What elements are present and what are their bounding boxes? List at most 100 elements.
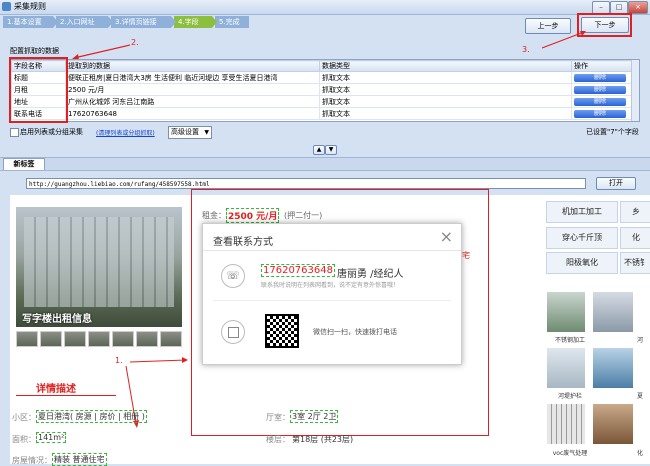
title-bar: 采集规则 – □ × [0,0,650,15]
thumbnail[interactable] [16,331,38,347]
product-caption[interactable]: voc废气处理 [543,448,597,457]
step-label: 2.入口网址 [60,18,95,26]
grid-scrollbar[interactable] [631,60,639,121]
delete-button[interactable]: 删除 [574,74,626,82]
step-fields[interactable]: 4.字段 [174,16,217,28]
field-data[interactable]: 便联正租房|夏日港湾大3房 生活便利 临近河堤边 享受生活夏日港湾 [65,71,320,84]
community-label: 小区： [12,413,36,422]
window-title: 采集规则 [14,2,46,11]
annotation-2: 2. [131,38,139,47]
delete-button[interactable]: 删除 [574,110,626,118]
product-caption[interactable]: 不锈钢加工 [547,335,593,344]
decor-value: 精装 普通住宅 [52,453,107,466]
url-input[interactable]: http://guangzhou.liebiao.com/rufang/4585… [26,178,586,189]
tag-button[interactable]: 穿心千斤顶 [546,227,618,249]
agent-name: 唐丽勇 /经纪人 [337,269,404,280]
step-label: 5.完成 [219,18,240,26]
photo-caption: 写字楼出租信息 [22,314,92,325]
product-image[interactable] [547,292,585,332]
browser-tab-strip [0,157,650,171]
advanced-settings-dropdown[interactable]: 高级设置 ▼ [168,126,212,139]
tag-button[interactable]: 乡 [620,201,650,223]
community-value[interactable]: 夏日港湾( 房源 | 房价 | 相册 ) [36,410,147,423]
contact-popup: 查看联系方式 × ☏ 17620763648 唐丽勇 /经纪人 联系我时说明在列… [202,223,462,365]
product-image[interactable] [547,348,585,388]
thumbnail[interactable] [160,331,182,347]
table-row[interactable]: 地址 广州从化城郊 河东吕江南路 抓取文本 删除 [11,95,632,108]
expand-up-icon[interactable]: ▲ [313,145,325,155]
tag-button[interactable]: 化 [620,227,650,249]
field-data[interactable]: 2500 元/月 [65,83,320,96]
popup-hint: 联系我时说明在列表网看到，说不定有意外惊喜哦！ [261,282,400,289]
app-icon [2,2,11,11]
tag-button[interactable]: 阳极氧化 [546,252,618,274]
field-data[interactable]: 17620763648 [65,107,320,120]
field-type[interactable]: 抓取文本 [319,107,572,120]
col-extracted-data[interactable]: 提取到的数据 [65,60,320,72]
step-entry-url[interactable]: 2.入口网址 [56,16,113,28]
thumbnail[interactable] [88,331,110,347]
clear-split-link[interactable]: (清理列表或分组抓取) [96,128,155,137]
col-operation[interactable]: 操作 [571,60,632,72]
table-row[interactable]: 联系电话 17620763648 抓取文本 删除 [11,107,632,120]
detail-heading-underline [16,395,116,396]
thumbnail[interactable] [40,331,62,347]
close-icon[interactable]: × [440,227,453,246]
product-image[interactable] [593,348,633,388]
delete-button[interactable]: 删除 [574,86,626,94]
qr-code [265,314,299,348]
chevron-down-icon: ▼ [204,129,209,136]
product-caption[interactable]: 夏 [630,391,650,400]
phone-icon: ☏ [221,264,245,288]
step-label: 4.字段 [178,18,199,26]
field-type[interactable]: 抓取文本 [319,83,572,96]
floor-value: 第18层 (共23层) [292,435,354,444]
annotation-3: 3. [522,45,530,54]
popup-title: 查看联系方式 [213,237,273,248]
decor-label: 房屋情况： [12,456,52,465]
split-collect-label: 启用列表或分组采集 [20,128,83,136]
detail-heading: 详情描述 [36,384,76,395]
listing-photo[interactable]: 写字楼出租信息 [16,207,182,327]
step-bar: 1.基本设置 2.入口网址 3.详情页链接 4.字段 5.完成 [3,16,249,28]
split-collect-checkbox[interactable] [10,128,19,137]
field-name-highlight-box [9,57,68,123]
thumbnail[interactable] [64,331,86,347]
field-type[interactable]: 抓取文本 [319,95,572,108]
tag-button[interactable]: 不锈钅 [620,252,650,274]
tab-new[interactable]: 新标签 [3,158,45,170]
field-data[interactable]: 广州从化城郊 河东吕江南路 [65,95,320,108]
annotation-arrow-3 [541,31,586,49]
step-detail-link[interactable]: 3.详情页链接 [111,16,176,28]
layout-label: 厅室： [266,413,290,422]
step-basic[interactable]: 1.基本设置 [3,16,58,28]
open-button[interactable]: 打开 [596,177,636,190]
step-label: 1.基本设置 [7,18,42,26]
step-label: 3.详情页链接 [115,18,157,26]
qr-scan-icon [221,320,245,344]
step-finish[interactable]: 5.完成 [215,16,249,28]
floor-label: 楼层： [266,435,290,444]
field-count-status: 已设置"7"个字段 [586,128,639,136]
wechat-hint: 微信扫一扫，快速拨打电话 [313,328,397,336]
layout-value: 3室 2厅 2卫 [290,410,339,423]
product-caption[interactable]: 河堤护栏 [547,391,593,400]
product-image[interactable] [593,404,633,444]
product-image[interactable] [547,404,585,444]
field-type[interactable]: 抓取文本 [319,71,572,84]
expand-down-icon[interactable]: ▼ [325,145,337,155]
tag-button[interactable]: 机加工加工 [546,201,618,223]
thumbnail[interactable] [136,331,158,347]
popup-phone[interactable]: 17620763648 [261,264,335,277]
product-caption[interactable]: 化 [630,448,650,457]
col-data-type[interactable]: 数据类型 [319,60,572,72]
table-row[interactable]: 月租 2500 元/月 抓取文本 删除 [11,83,632,96]
thumbnail[interactable] [112,331,134,347]
area-value: 141m² [36,432,67,443]
table-row[interactable]: 标题 便联正租房|夏日港湾大3房 生活便利 临近河堤边 享受生活夏日港湾 抓取文… [11,71,632,84]
fields-grid: 字段名称 提取到的数据 数据类型 操作 标题 便联正租房|夏日港湾大3房 生活便… [10,59,640,122]
product-image[interactable] [593,292,633,332]
product-caption[interactable]: 河 [630,335,650,344]
advanced-settings-label: 高级设置 [171,128,199,136]
delete-button[interactable]: 删除 [574,98,626,106]
